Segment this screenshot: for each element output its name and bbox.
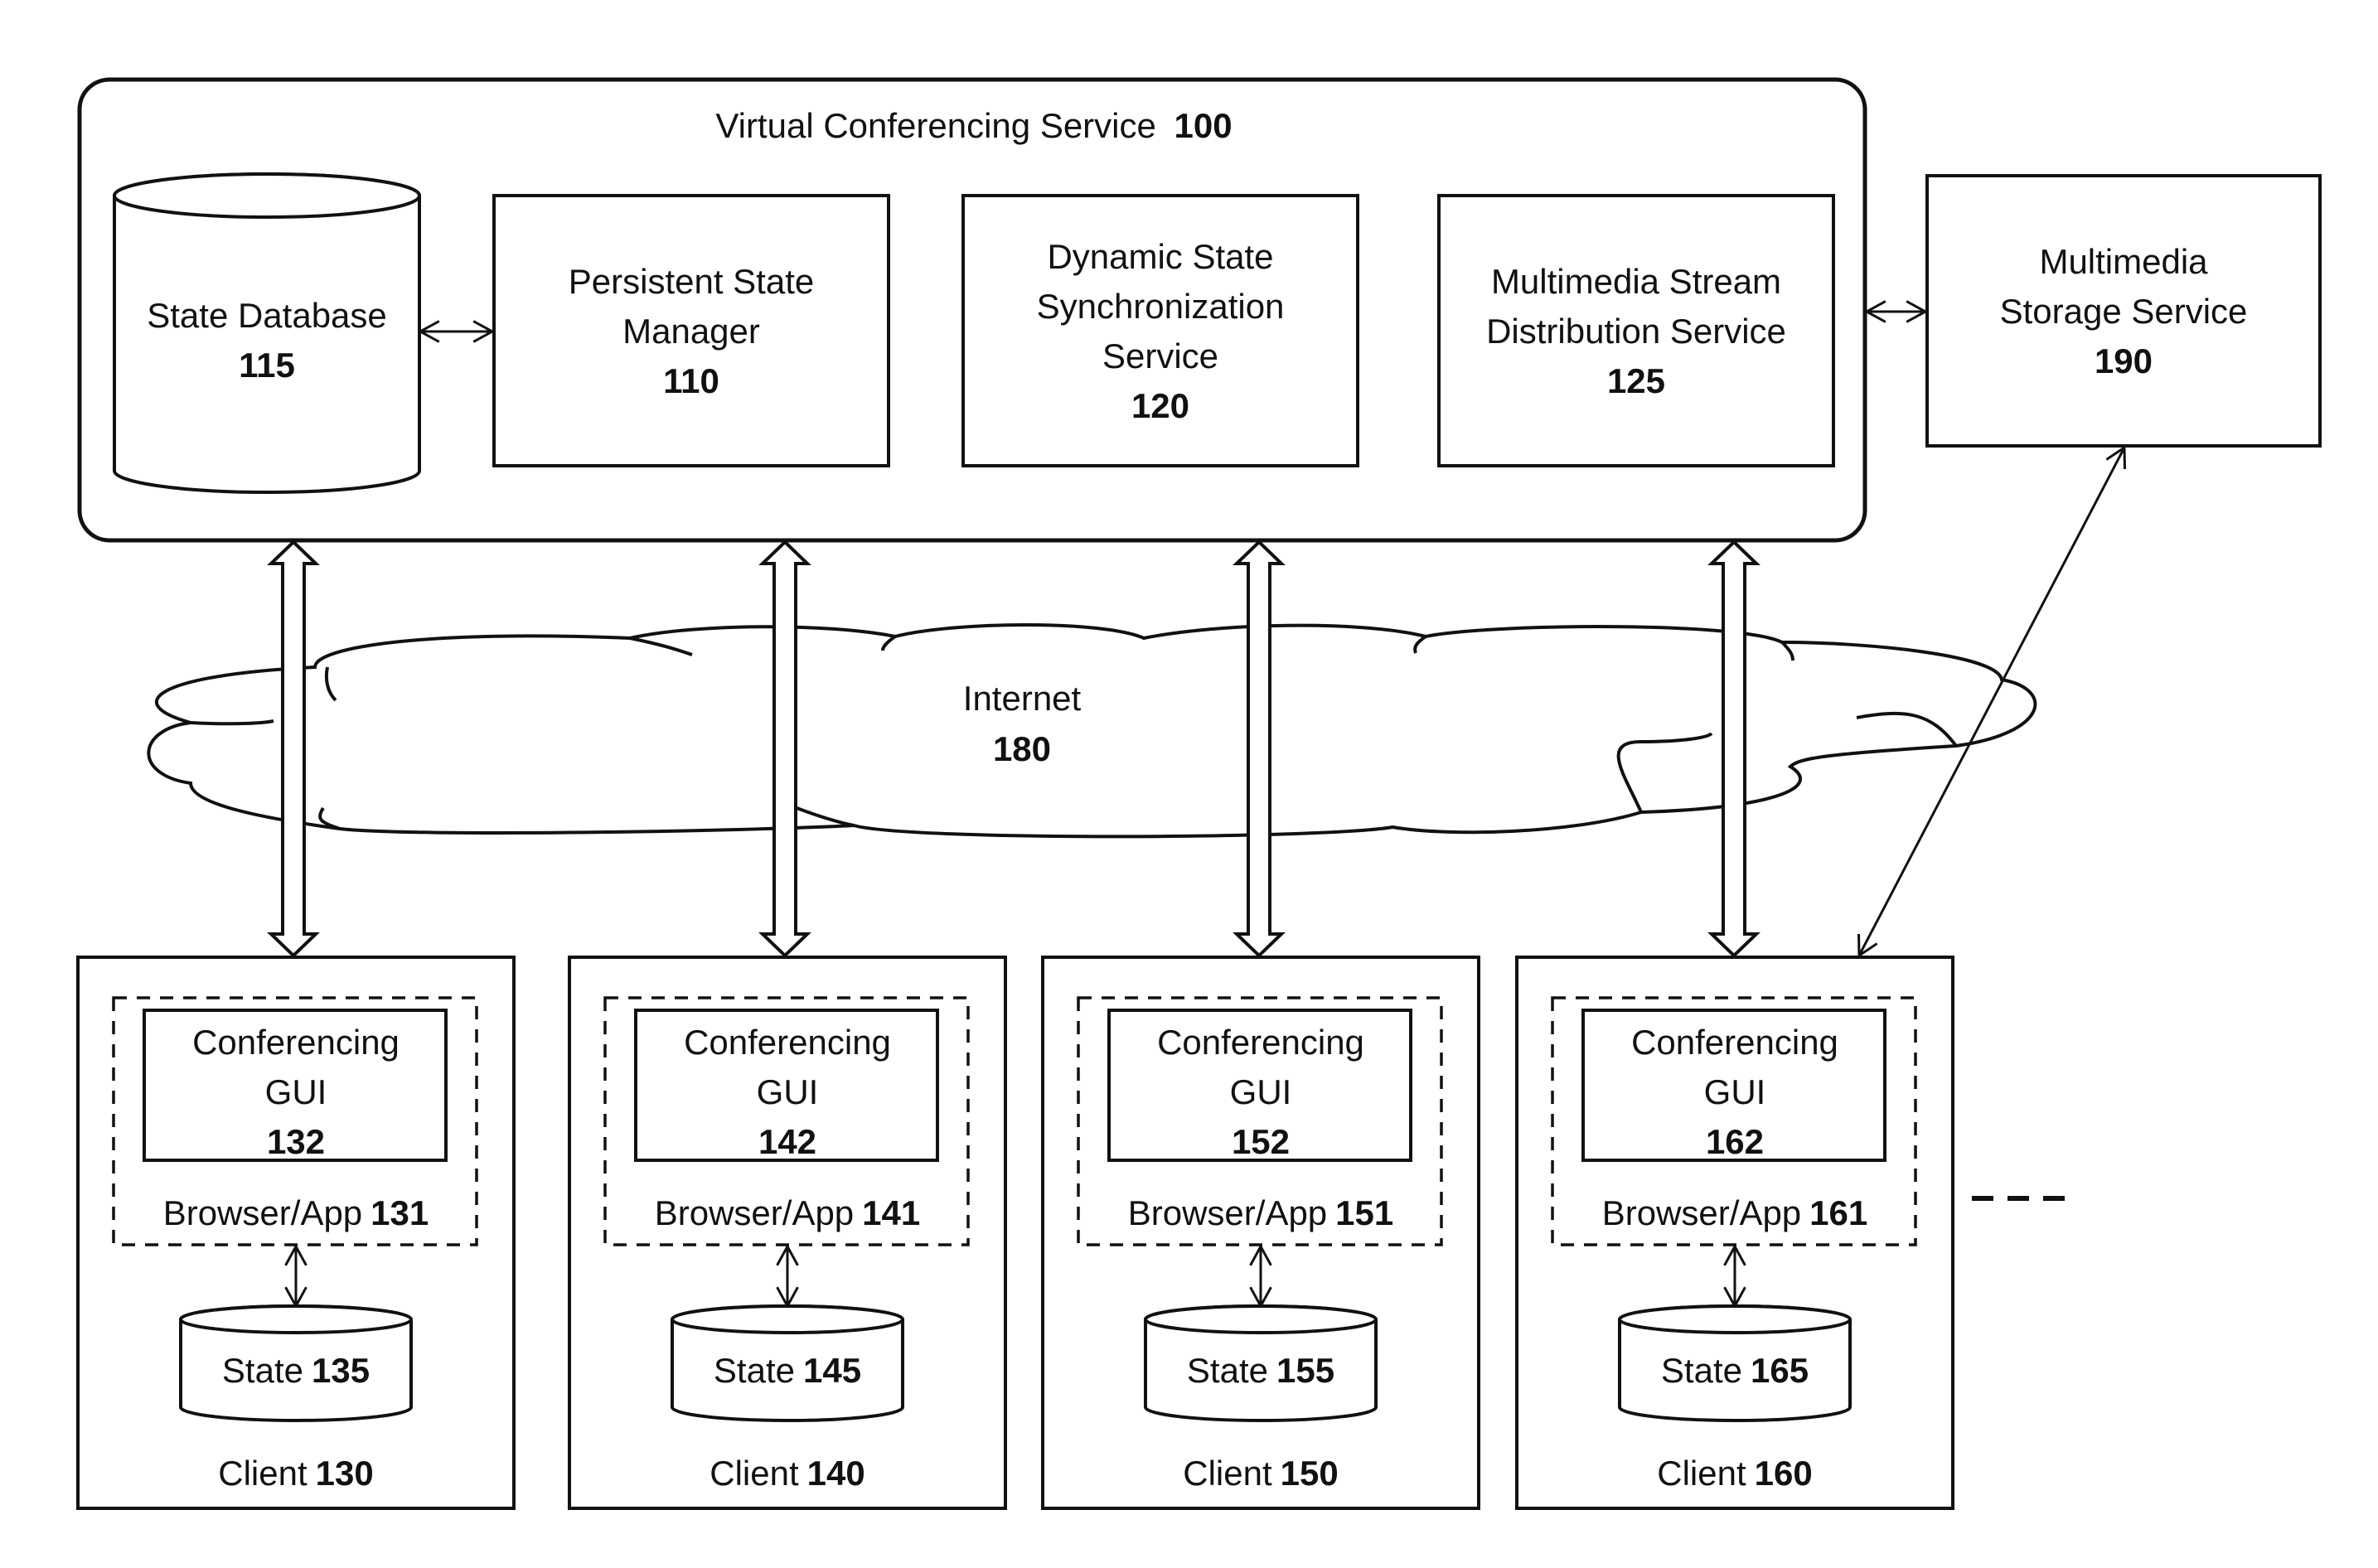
browser-app-number: 131 [371,1193,429,1232]
storage-service-line: Storage Service [2000,292,2248,331]
gui-number: 132 [267,1122,325,1161]
multimedia-stream-distribution-service-line: Distribution Service [1486,312,1786,351]
client-number: 130 [316,1454,374,1493]
dynamic-state-sync-service: Dynamic State Synchronization Service 120 [961,194,1359,467]
state-database-line: State Database [147,296,387,335]
service-client-arrow-2 [758,540,811,958]
state-label: State 145 [714,1351,861,1390]
internet-label: Internet 180 [963,679,1082,768]
client-text: Client [1183,1454,1272,1493]
state-text: State [1187,1351,1268,1390]
gui-number: 162 [1706,1122,1764,1161]
gui-line: GUI [1230,1072,1292,1111]
storage-service-number: 190 [2095,341,2153,380]
browser-app-label: Browser/App 161 [1602,1193,1868,1232]
gui-line: GUI [757,1072,819,1111]
dynamic-state-sync-service-number: 120 [1131,386,1189,425]
virtual-conferencing-architecture-diagram: Virtual Conferencing Service 100 State D… [76,77,2322,1510]
gui-number: 152 [1232,1122,1290,1161]
storage-service-line: Multimedia [2039,242,2208,281]
state-label: State 135 [222,1351,370,1390]
persistent-state-manager-line: Manager [622,312,760,351]
gui-line: Conferencing [1631,1023,1838,1062]
gui-line: Conferencing [1157,1023,1364,1062]
gui-line: GUI [1704,1072,1766,1111]
browser-app-number: 161 [1809,1193,1867,1232]
state-number: 135 [312,1351,370,1390]
client-150: Conferencing GUI 152 Browser/App 151 State 155… [1041,956,1480,1510]
persistent-state-manager: Persistent State Manager 110 [492,194,890,467]
browser-app-text: Browser/App [1602,1193,1801,1232]
multimedia-storage-service: Multimedia Storage Service 190 [1925,174,2322,448]
state-number: 165 [1751,1351,1809,1390]
state-text: State [222,1351,303,1390]
client-text: Client [218,1454,308,1493]
service-client-arrow-4 [1707,540,1760,958]
browser-app-text: Browser/App [163,1193,362,1232]
internet-text: Internet [963,679,1082,718]
state-label: State 165 [1661,1351,1809,1390]
state-number: 155 [1276,1351,1334,1390]
state-text: State [714,1351,795,1390]
client-130: Conferencing GUI 132 Browser/App 131 State 135… [76,956,516,1510]
client-140: Conferencing GUI 142 Browser/App 141 State 145… [568,956,1007,1510]
browser-app-label: Browser/App 151 [1128,1193,1394,1232]
client-label: Client 130 [218,1454,373,1493]
browser-app-text: Browser/App [1128,1193,1327,1232]
internet-cloud [147,623,2037,839]
client-number: 160 [1755,1454,1813,1493]
client-label: Client 150 [1183,1454,1338,1493]
browser-app-number: 151 [1335,1193,1393,1232]
client-label: Client 140 [710,1454,865,1493]
dynamic-state-sync-service-line: Service [1102,336,1218,375]
client-text: Client [710,1454,799,1493]
service-components: State Database 115 Persistent State Manager… [113,172,1835,494]
clients: ConferencingGUI132Browser/App 131State 135… [76,956,1954,1510]
browser-app-label: Browser/App 141 [655,1193,921,1232]
state-database: State Database 115 [113,172,421,494]
client-number: 150 [1281,1454,1339,1493]
browser-app-number: 141 [862,1193,920,1232]
persistent-state-manager-number: 110 [663,361,719,400]
service-title: Virtual Conferencing Service 100 [715,106,1232,145]
state-label: State 155 [1187,1351,1334,1390]
state-database-number: 115 [239,346,295,385]
service-client-arrow-1 [267,540,320,958]
state-number: 145 [803,1351,861,1390]
gui-line: GUI [265,1072,327,1111]
browser-app-text: Browser/App [655,1193,854,1232]
dynamic-state-sync-service-line: Synchronization [1037,287,1285,326]
state-text: State [1661,1351,1742,1390]
persistent-state-manager-line: Persistent State [569,262,814,301]
service-client-arrow-3 [1233,540,1286,958]
gui-number: 142 [758,1122,816,1161]
dynamic-state-sync-service-line: Dynamic State [1047,237,1273,276]
multimedia-stream-distribution-service-line: Multimedia Stream [1491,262,1781,301]
stream-to-storage-arrow [1863,300,1929,323]
multimedia-stream-distribution-service: Multimedia Stream Distribution Service 125 [1437,194,1835,467]
gui-line: Conferencing [192,1023,400,1062]
service-title-label: Virtual Conferencing Service [715,106,1156,145]
internet-number: 180 [993,729,1051,768]
client-label: Client 160 [1657,1454,1812,1493]
client-160: Conferencing GUI 162 Browser/App 161 State 165… [1515,956,1954,1510]
gui-line: Conferencing [684,1023,891,1062]
browser-app-label: Browser/App 131 [163,1193,429,1232]
multimedia-stream-distribution-service-number: 125 [1607,361,1665,400]
storage-to-client-160-arrow [1857,445,2126,958]
client-text: Client [1657,1454,1746,1493]
service-title-number: 100 [1174,106,1233,145]
client-number: 140 [807,1454,865,1493]
